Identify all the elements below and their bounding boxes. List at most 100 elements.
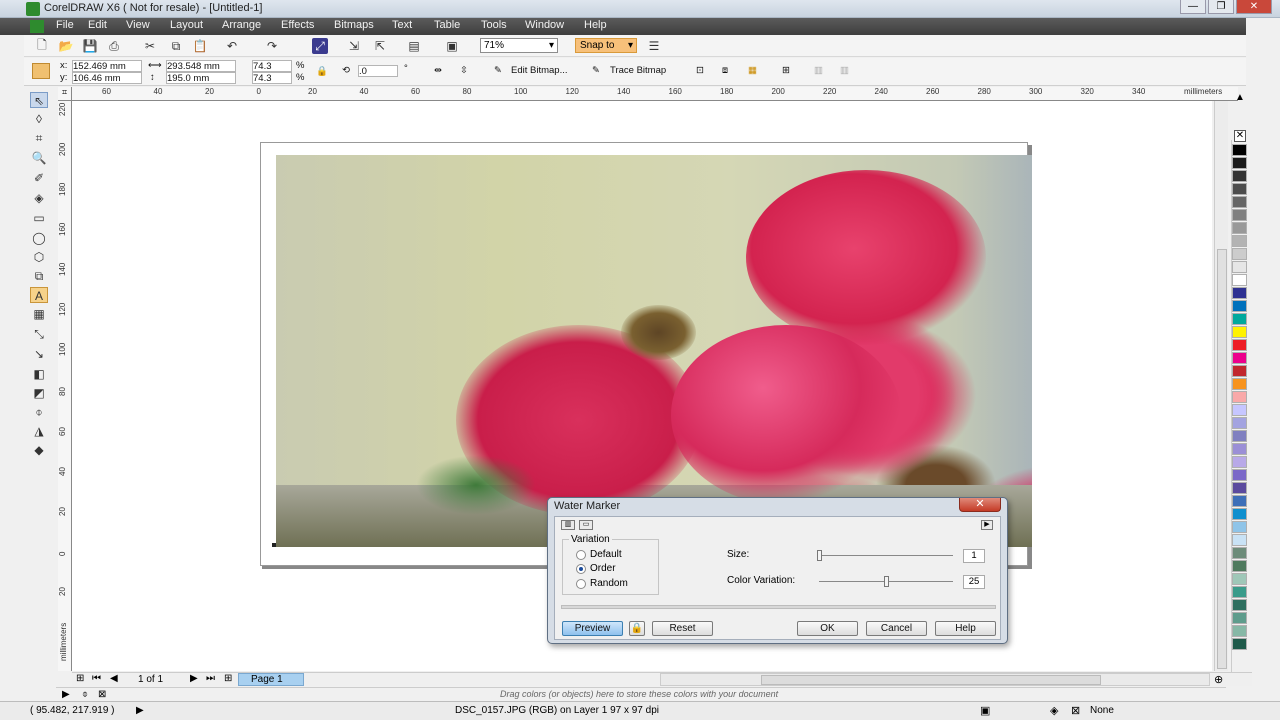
quick-trace-icon[interactable]: ▥ (840, 65, 849, 76)
menu-text[interactable]: Text (392, 19, 412, 31)
palette-swatch[interactable] (1232, 599, 1247, 611)
shape-tool-icon[interactable]: ◊ (30, 111, 48, 127)
search-content-icon[interactable]: ⤢ (312, 38, 328, 54)
navigator-zoom-icon[interactable]: ⊕ (1214, 673, 1223, 686)
color-variation-slider-thumb[interactable] (884, 576, 889, 587)
palette-swatch[interactable] (1232, 638, 1247, 650)
palette-swatch[interactable] (1232, 339, 1247, 351)
zoom-tool-icon[interactable]: 🔍 (30, 150, 48, 166)
vertical-ruler[interactable]: 220 200 180 160 140 120 100 80 60 40 20 0 20 millimet… (58, 101, 72, 671)
wrap-text-icon[interactable]: ▥ (814, 65, 823, 76)
vertical-scroll-thumb[interactable] (1217, 249, 1227, 669)
palette-swatch[interactable] (1232, 378, 1247, 390)
transparency-tool-icon[interactable]: ◩ (30, 385, 48, 401)
save-icon[interactable]: 💾 (82, 38, 98, 54)
scale-y-field[interactable]: 74.3 (252, 72, 292, 84)
size-value-field[interactable]: 1 (963, 549, 985, 563)
horizontal-scroll-thumb[interactable] (761, 675, 1101, 685)
order-radio[interactable] (576, 564, 586, 574)
rectangle-tool-icon[interactable]: ▭ (30, 210, 48, 226)
print-icon[interactable]: ⎙ (106, 38, 122, 54)
first-page-icon[interactable]: ⏮ (92, 673, 101, 684)
menu-file[interactable]: File (56, 19, 74, 31)
palette-swatch[interactable] (1232, 300, 1247, 312)
menu-tools[interactable]: Tools (481, 19, 507, 31)
palette-swatch[interactable] (1232, 183, 1247, 195)
status-expand-icon[interactable]: ▶ (136, 705, 144, 716)
trace-bitmap-button[interactable]: Trace Bitmap (610, 65, 666, 76)
palette-swatch[interactable] (1232, 443, 1247, 455)
expand-icon[interactable]: ▶ (981, 520, 993, 530)
crop-bitmap-icon[interactable]: ⊡ (696, 65, 704, 76)
snap-to-dropdown[interactable]: Snap to ▾ (575, 38, 637, 53)
resample-icon[interactable]: ⧈ (722, 65, 728, 76)
next-page-icon[interactable]: ▶ (190, 673, 198, 684)
polygon-tool-icon[interactable]: ⬡ (30, 249, 48, 265)
palette-swatch[interactable] (1232, 235, 1247, 247)
bitmap-color-mask-icon[interactable]: ▦ (748, 65, 757, 76)
menu-view[interactable]: View (126, 19, 150, 31)
palette-swatch[interactable] (1232, 547, 1247, 559)
palette-swatch[interactable] (1232, 274, 1247, 286)
cut-icon[interactable]: ✂ (142, 38, 158, 54)
last-page-icon[interactable]: ⏭ (206, 673, 215, 684)
random-radio[interactable] (576, 579, 586, 589)
x-position-field[interactable]: 152.469 mm (72, 60, 142, 72)
menu-arrange[interactable]: Arrange (222, 19, 261, 31)
horizontal-scrollbar[interactable] (660, 673, 1210, 686)
pick-tool-icon[interactable]: ⇖ (30, 92, 48, 108)
new-document-icon[interactable]: 🗋 (34, 38, 50, 54)
eyedropper-tool-icon[interactable]: ⌽ (30, 404, 48, 420)
undo-icon[interactable]: ↶ (224, 38, 240, 54)
ellipse-tool-icon[interactable]: ◯ (30, 230, 48, 246)
palette-swatch[interactable] (1232, 612, 1247, 624)
connector-tool-icon[interactable]: ↘ (30, 346, 48, 362)
palette-swatch[interactable] (1232, 365, 1247, 377)
mirror-vertical-icon[interactable]: ⇳ (460, 65, 468, 76)
add-page-after-icon[interactable]: ⊞ (224, 673, 232, 684)
rotation-angle-field[interactable]: .0 (358, 65, 398, 77)
preview-button[interactable]: Preview (562, 621, 623, 636)
open-icon[interactable]: 📂 (58, 38, 74, 54)
palette-swatch[interactable] (1232, 248, 1247, 260)
lock-preview-icon[interactable]: 🔒 (629, 621, 645, 636)
palette-swatch[interactable] (1232, 287, 1247, 299)
palette-swatch[interactable] (1232, 417, 1247, 429)
smart-fill-icon[interactable]: ◈ (30, 190, 48, 206)
palette-swatch[interactable] (1232, 456, 1247, 468)
dialog-close-button[interactable]: ✕ (959, 498, 1001, 512)
y-position-field[interactable]: 106.46 mm (72, 72, 142, 84)
horizontal-ruler[interactable]: 60 40 20 0 20 40 60 80 100 120 140 160 180 200 220 240 2… (58, 87, 1238, 101)
color-variation-value-field[interactable]: 25 (963, 575, 985, 589)
add-page-icon[interactable]: ⊞ (76, 673, 84, 684)
outline-none-icon[interactable]: ⊠ (1071, 704, 1080, 717)
color-proof-icon[interactable]: ▣ (980, 704, 990, 717)
palette-swatch[interactable] (1232, 495, 1247, 507)
palette-swatch[interactable] (1232, 196, 1247, 208)
export-icon[interactable]: ⇱ (372, 38, 388, 54)
palette-swatch[interactable] (1232, 313, 1247, 325)
zoom-level-select[interactable]: 71% ▾ (480, 38, 558, 53)
palette-swatch[interactable] (1232, 391, 1247, 403)
vertical-scrollbar[interactable] (1214, 101, 1228, 671)
selection-handle[interactable] (272, 543, 276, 547)
basic-shapes-icon[interactable]: ⧉ (30, 268, 48, 284)
options-icon[interactable]: ☰ (646, 38, 662, 54)
edit-bitmap-button[interactable]: Edit Bitmap... (511, 65, 568, 76)
restore-button[interactable]: ❐ (1208, 0, 1234, 14)
tab-page-1[interactable]: Page 1 (238, 673, 304, 686)
palette-swatch[interactable] (1232, 352, 1247, 364)
application-launcher-icon[interactable]: ▤ (406, 38, 422, 54)
play-icon[interactable]: ▶ (62, 689, 70, 700)
cancel-button[interactable]: Cancel (866, 621, 927, 636)
document-palette[interactable]: ▶ ⌽ ⊠ Drag colors (or objects) here to s… (56, 687, 1226, 701)
palette-swatch[interactable] (1232, 521, 1247, 533)
default-radio[interactable] (576, 550, 586, 560)
help-button[interactable]: Help (935, 621, 996, 636)
outline-tool-icon[interactable]: ◮ (30, 423, 48, 439)
link-bitmap-icon[interactable]: ⊞ (782, 65, 790, 76)
dimension-tool-icon[interactable]: ⤡ (30, 326, 48, 342)
paste-icon[interactable]: 📋 (192, 38, 208, 54)
object-origin-icon[interactable] (32, 63, 50, 79)
palette-swatch[interactable] (1232, 326, 1247, 338)
